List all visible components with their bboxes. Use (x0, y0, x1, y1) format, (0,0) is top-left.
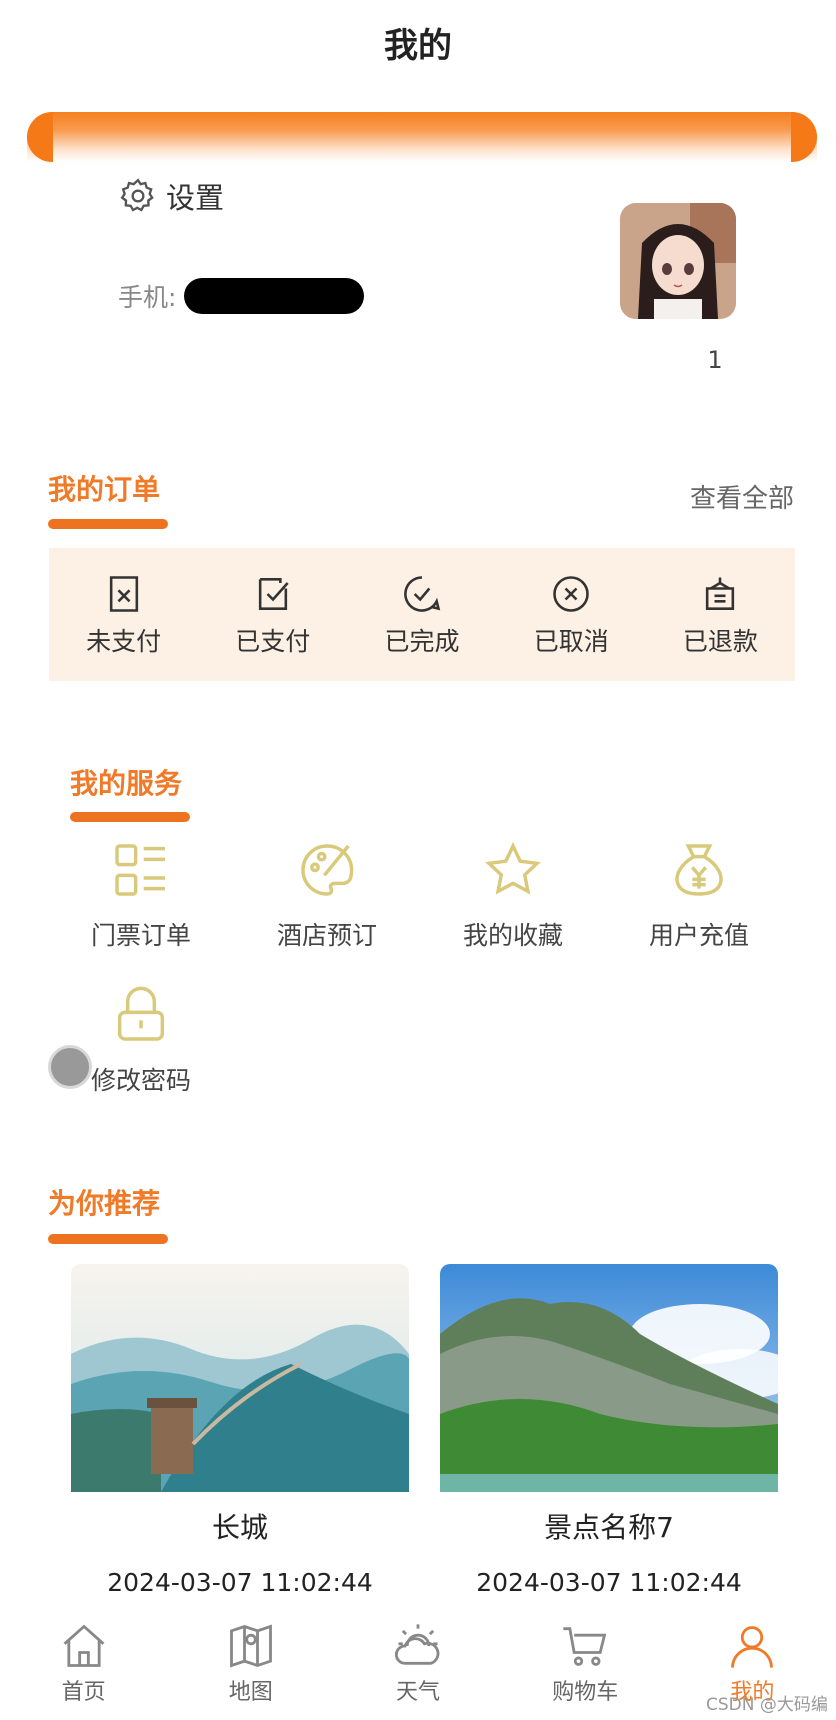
recommend-underline (48, 1234, 168, 1244)
service-recharge[interactable]: 用户充值 (606, 838, 792, 983)
tab-label: 地图 (228, 1680, 273, 1705)
service-label: 用户充值 (648, 921, 749, 950)
unpaid-icon (109, 575, 138, 612)
service-favorites[interactable]: 我的收藏 (420, 838, 606, 983)
username: 1 (707, 346, 723, 374)
tab-cart[interactable]: 购物车 (502, 1620, 669, 1720)
avatar[interactable] (620, 203, 736, 319)
bar-cap-left (27, 112, 53, 162)
orders-panel: 未支付 已支付 已完成 已取消 已退款 (49, 548, 795, 681)
order-unpaid[interactable]: 未支付 (49, 548, 198, 681)
settings-button[interactable]: 设置 (118, 175, 224, 217)
order-label: 已退款 (682, 626, 758, 656)
avatar-image (620, 203, 736, 319)
card-title: 长城 (211, 1511, 268, 1544)
home-icon (63, 1624, 105, 1667)
tab-label: 购物车 (552, 1680, 619, 1705)
order-label: 已支付 (235, 626, 311, 656)
tab-map[interactable]: 地图 (167, 1620, 334, 1720)
service-label: 门票订单 (90, 921, 191, 950)
paid-icon (258, 577, 289, 610)
order-label: 已完成 (384, 626, 460, 656)
tab-weather[interactable]: 天气 (334, 1620, 501, 1720)
service-label: 我的收藏 (462, 921, 563, 950)
view-all-orders-link[interactable]: 查看全部 (690, 478, 794, 515)
phone-redaction (184, 278, 365, 314)
card-time: 2024-03-07 11:02:44 (107, 1568, 373, 1597)
lock-icon (117, 986, 165, 1041)
orders-section-title: 我的订单 (48, 473, 161, 506)
service-label: 酒店预订 (276, 921, 377, 950)
palette-icon (301, 844, 354, 896)
card-time: 2024-03-07 11:02:44 (476, 1568, 742, 1597)
settings-label: 设置 (166, 181, 225, 215)
refunded-icon (706, 577, 735, 610)
services-underline (70, 812, 190, 822)
card-image (440, 1264, 778, 1492)
order-paid[interactable]: 已支付 (198, 548, 347, 681)
tab-label: 天气 (396, 1680, 441, 1705)
phone-label: 手机: (118, 283, 177, 312)
watermark: CSDN @大码编程 (706, 1695, 828, 1715)
ticket-list-icon (115, 844, 165, 896)
order-cancelled[interactable]: 已取消 (497, 548, 646, 681)
cancelled-icon (553, 575, 589, 612)
star-icon (485, 841, 541, 895)
services-grid: 门票订单 酒店预订 我的收藏 用户充值 修改密码 (48, 838, 800, 1128)
money-bag-icon (675, 844, 723, 896)
orders-underline (48, 519, 168, 529)
order-completed[interactable]: 已完成 (347, 548, 496, 681)
card-title: 景点名称7 (544, 1511, 674, 1544)
weather-icon (394, 1624, 440, 1665)
service-hotel-booking[interactable]: 酒店预订 (234, 838, 420, 983)
service-label: 修改密码 (90, 1066, 191, 1095)
order-label: 已取消 (533, 626, 609, 656)
page-title: 我的 (384, 26, 452, 66)
recommend-section-title: 为你推荐 (48, 1187, 161, 1220)
recommend-card[interactable]: 长城 2024-03-07 11:02:44 (71, 1264, 409, 1597)
phone-row: 手机: (118, 278, 365, 314)
recommend-card[interactable]: 景点名称7 2024-03-07 11:02:44 (440, 1264, 778, 1597)
service-ticket-orders[interactable]: 门票订单 (48, 838, 234, 983)
user-icon (731, 1626, 774, 1668)
gear-icon (120, 178, 154, 212)
tab-home[interactable]: 首页 (0, 1620, 167, 1720)
tab-label: 首页 (61, 1680, 106, 1705)
cart-icon (563, 1627, 607, 1666)
map-icon (229, 1624, 272, 1668)
card-image (71, 1264, 409, 1492)
completed-icon (404, 575, 441, 612)
services-section-title: 我的服务 (70, 767, 183, 800)
floating-touch-indicator (48, 1045, 92, 1089)
bar-cap-right (791, 112, 817, 162)
order-label: 未支付 (86, 626, 162, 656)
profile-header-bar (27, 112, 817, 162)
order-refunded[interactable]: 已退款 (646, 548, 795, 681)
